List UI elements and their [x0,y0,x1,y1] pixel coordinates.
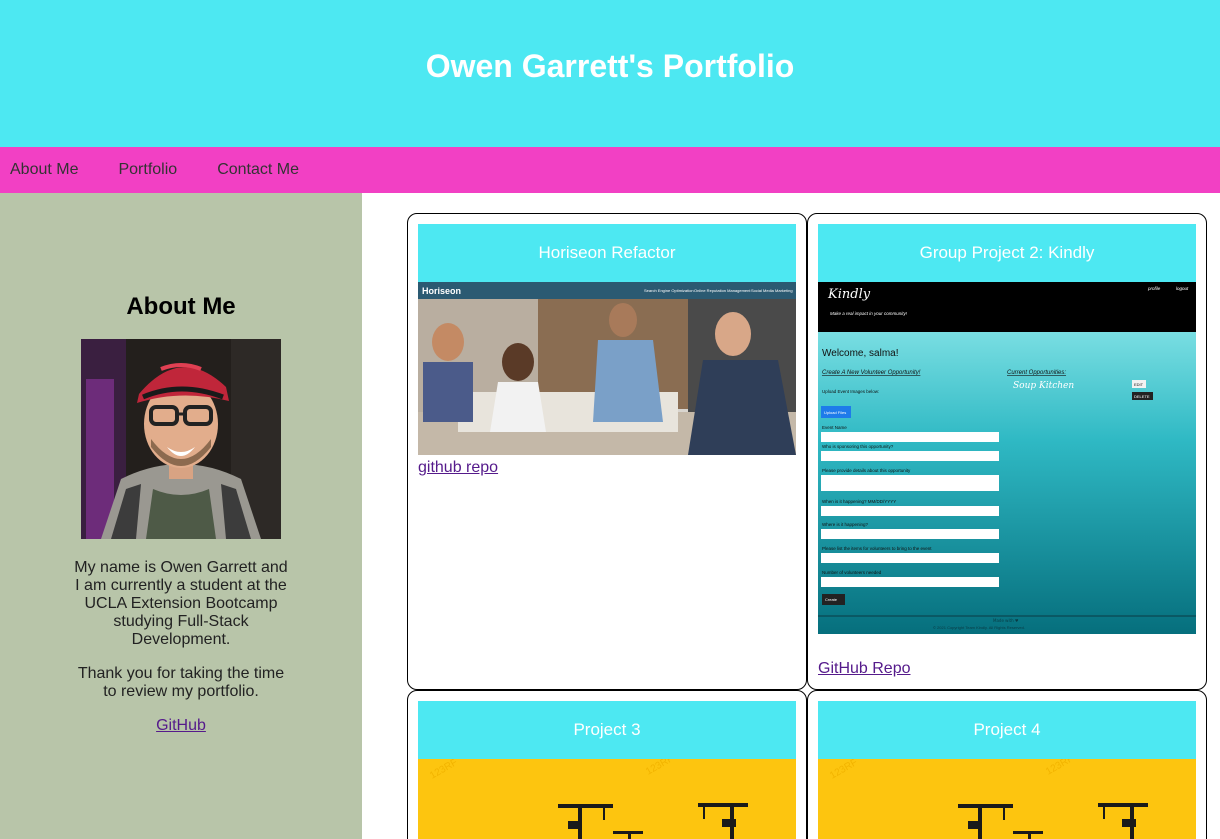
kindly-field-label-5: Where is it happening? [822,522,869,527]
kindly-create-heading: Create A New Volunteer Opportunity! [822,370,921,376]
main-nav: About Me Portfolio Contact Me [0,147,1220,193]
kindly-upload-button: Upload Files [824,410,846,415]
kindly-field-label-6: Please list the items for volunteers to … [822,546,932,551]
project-repo-link[interactable]: github repo [418,459,796,477]
kindly-field-label-3: Please provide details about this opport… [822,468,911,473]
horiseon-nav-3: Social Media Marketing [751,288,793,293]
project-title: Project 3 [418,701,796,759]
project-screenshot[interactable]: Kindly Make a real impact in your commun… [818,282,1196,634]
kindly-edit-button: EDIT [1134,382,1144,387]
github-link[interactable]: GitHub [156,717,206,735]
project-title: Horiseon Refactor [418,224,796,282]
project-placeholder-image: 123RF 123RF [418,759,796,839]
bio-text: My name is Owen Garrett and I am current… [74,559,288,648]
project-card: Group Project 2: Kindly Kindly Make a re… [807,213,1207,690]
project-card: Horiseon Refactor Horiseon Search Engine… [407,213,807,690]
project-placeholder-image: 123RF 123RF [818,759,1196,839]
nav-portfolio[interactable]: Portfolio [118,161,177,179]
kindly-field-label-2: Who is sponsoring this opportunity? [822,444,894,449]
about-sidebar: About Me My name is Owen Garrett and I a… [0,193,362,839]
project-title: Project 4 [818,701,1196,759]
kindly-footer-copy: © 2021 Copyright Team Kindly. All Rights… [933,625,1025,630]
main-area: About Me My name is Owen Garrett and I a… [0,193,1220,839]
kindly-field-label-1: Event Name [822,425,847,430]
kindly-nav-profile: profile [1147,286,1161,291]
kindly-nav-logout: logout [1176,286,1189,291]
nav-contact-me[interactable]: Contact Me [217,161,299,179]
kindly-logo: Kindly [827,287,871,302]
horiseon-nav-2: Online Reputation Management [694,288,751,293]
kindly-opportunity: Soup Kitchen [1013,381,1074,391]
kindly-upload-label: Upload Event Images below: [822,389,879,394]
portfolio-grid: Horiseon Refactor Horiseon Search Engine… [362,193,1220,839]
kindly-field-label-7: Number of volunteers needed [822,570,882,575]
kindly-delete-button: DELETE [1134,394,1150,399]
profile-photo [81,339,281,539]
kindly-welcome: Welcome, salma! [822,348,899,359]
project-card: Project 4 123RF 123RF [807,690,1207,839]
about-heading: About Me [126,293,236,320]
site-header: Owen Garrett's Portfolio [0,0,1220,147]
horiseon-logo: Horiseon [422,286,461,296]
kindly-tagline: Make a real impact in your community! [830,311,908,316]
thanks-text: Thank you for taking the time to review … [77,665,285,700]
kindly-field-label-4: When is it happening? MM/DD/YYYY [822,499,896,504]
kindly-create-button: Create [825,597,838,602]
page-title: Owen Garrett's Portfolio [425,48,795,84]
project-screenshot[interactable]: Horiseon Search Engine Optimization Onli… [418,282,796,455]
kindly-current-heading: Current Opportunities: [1007,370,1066,376]
kindly-footer-made: Made with ♥ [993,618,1019,623]
nav-about-me[interactable]: About Me [10,161,78,179]
project-card: Project 3 123RF 123RF [407,690,807,839]
project-title: Group Project 2: Kindly [818,224,1196,282]
project-repo-link[interactable]: GitHub Repo [818,660,1196,678]
horiseon-nav-1: Search Engine Optimization [644,288,694,293]
